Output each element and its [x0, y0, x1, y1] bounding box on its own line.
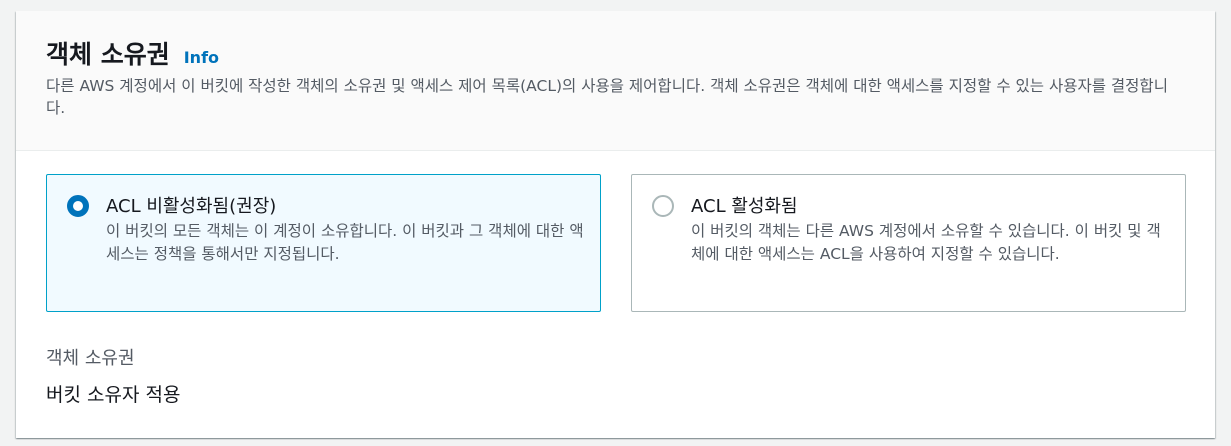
section-description: 다른 AWS 계정에서 이 버킷에 작성한 객체의 소유권 및 액세스 제어 목… — [46, 77, 1168, 117]
tile-acl-enabled-label: ACL 활성화됨 — [691, 196, 798, 217]
radio-acl-enabled[interactable] — [652, 195, 674, 217]
tile-acl-disabled[interactable]: ACL 비활성화됨(권장) 이 버킷의 모든 객체는 이 계정이 소유합니다. … — [46, 174, 601, 312]
ownership-field-label: 객체 소유권 — [46, 348, 135, 369]
info-link[interactable]: Info — [184, 48, 219, 67]
title-row: 객체 소유권 Info — [46, 35, 219, 71]
tile-acl-enabled-description: 이 버킷의 객체는 다른 AWS 계정에서 소유할 수 있습니다. 이 버킷 및… — [691, 222, 1161, 263]
ownership-field-value: 버킷 소유자 적용 — [46, 384, 181, 406]
section-title: 객체 소유권 — [46, 40, 170, 69]
tile-acl-enabled[interactable]: ACL 활성화됨 이 버킷의 객체는 다른 AWS 계정에서 소유할 수 있습니… — [631, 174, 1186, 312]
object-ownership-panel: 객체 소유권 Info 다른 AWS 계정에서 이 버킷에 작성한 객체의 소유… — [16, 11, 1215, 438]
tile-acl-disabled-description: 이 버킷의 모든 객체는 이 계정이 소유합니다. 이 버킷과 그 객체에 대한… — [106, 222, 584, 263]
panel-header: 객체 소유권 Info 다른 AWS 계정에서 이 버킷에 작성한 객체의 소유… — [16, 11, 1215, 151]
radio-acl-disabled[interactable] — [67, 195, 89, 217]
tile-acl-disabled-label: ACL 비활성화됨(권장) — [106, 196, 277, 217]
